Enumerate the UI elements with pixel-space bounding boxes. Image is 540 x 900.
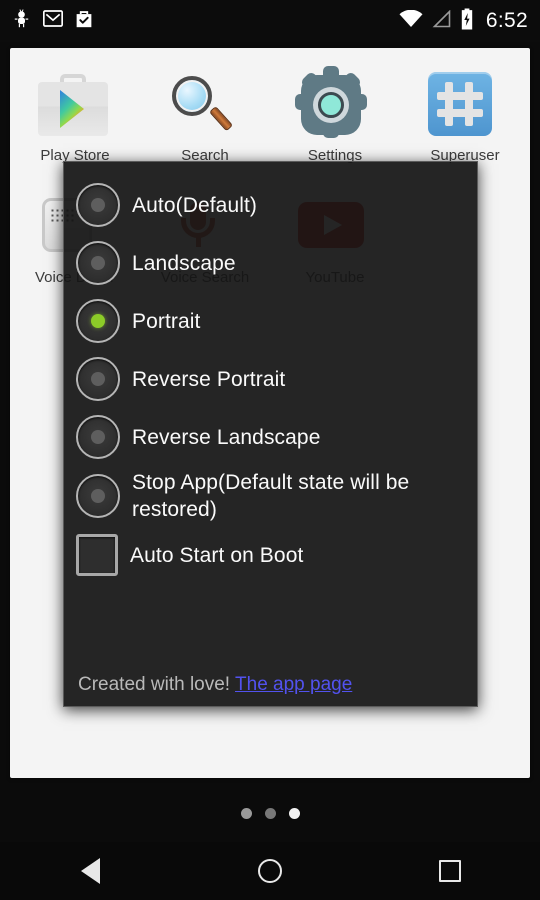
footer-text: Created with love!	[78, 674, 231, 695]
navigation-bar	[0, 842, 540, 900]
back-triangle-icon	[80, 858, 100, 884]
option-label: Landscape	[132, 251, 236, 275]
battery-charging-icon	[460, 8, 474, 35]
option-label: Auto(Default)	[132, 193, 258, 217]
home-circle-icon	[258, 859, 282, 883]
page-dot-2[interactable]	[264, 808, 276, 819]
option-label: Stop App(Default state will be restored)	[132, 471, 410, 521]
checkbox[interactable]	[76, 534, 118, 576]
wifi-icon	[399, 9, 423, 33]
page-dot-1[interactable]	[240, 808, 252, 819]
radio-button[interactable]	[76, 415, 120, 459]
gmail-icon	[43, 10, 63, 32]
status-bar-notification-icons	[12, 8, 93, 34]
home-button[interactable]	[180, 842, 360, 900]
radio-button[interactable]	[76, 474, 120, 518]
cell-signal-icon	[432, 9, 451, 33]
status-bar-clock: 6:52	[485, 9, 528, 32]
page-dot-3-active[interactable]	[288, 808, 300, 819]
option-auto-start-on-boot[interactable]: Auto Start on Boot	[64, 526, 477, 584]
radio-button[interactable]	[76, 183, 120, 227]
option-reverse-landscape[interactable]: Reverse Landscape	[64, 408, 477, 466]
status-bar: 6:52	[0, 0, 540, 42]
dialog-footer: Created with love! The app page	[64, 674, 477, 696]
play-store-notification-icon	[75, 9, 93, 34]
app-page-link[interactable]: The app page	[235, 674, 352, 695]
option-auto-default[interactable]: Auto(Default)	[64, 176, 477, 234]
android-debug-icon	[12, 8, 31, 34]
radio-button[interactable]	[76, 357, 120, 401]
superuser-hash-icon	[428, 66, 502, 140]
radio-button[interactable]	[76, 241, 120, 285]
option-landscape[interactable]: Landscape	[64, 234, 477, 292]
phone-screen: 6:52 Play Store Search Settings Superuse…	[0, 0, 540, 900]
status-bar-system-icons: 6:52	[399, 8, 528, 35]
option-stop-app[interactable]: Stop App(Default state will be restored)	[64, 466, 477, 526]
recents-square-icon	[439, 860, 461, 882]
page-indicator	[0, 808, 540, 819]
play-store-icon	[38, 66, 112, 140]
option-portrait[interactable]: Portrait	[64, 292, 477, 350]
option-label: Reverse Portrait	[132, 367, 286, 391]
option-label: Portrait	[132, 309, 201, 333]
option-label: Reverse Landscape	[132, 425, 321, 449]
option-reverse-portrait[interactable]: Reverse Portrait	[64, 350, 477, 408]
back-button[interactable]	[0, 842, 180, 900]
settings-gear-icon	[295, 66, 372, 140]
checkbox-label: Auto Start on Boot	[130, 543, 304, 567]
radio-button-selected[interactable]	[76, 299, 120, 343]
search-magnifier-icon	[168, 66, 242, 140]
orientation-control-dialog: Auto(Default) Landscape Portrait Reverse…	[63, 161, 478, 707]
recents-button[interactable]	[360, 842, 540, 900]
